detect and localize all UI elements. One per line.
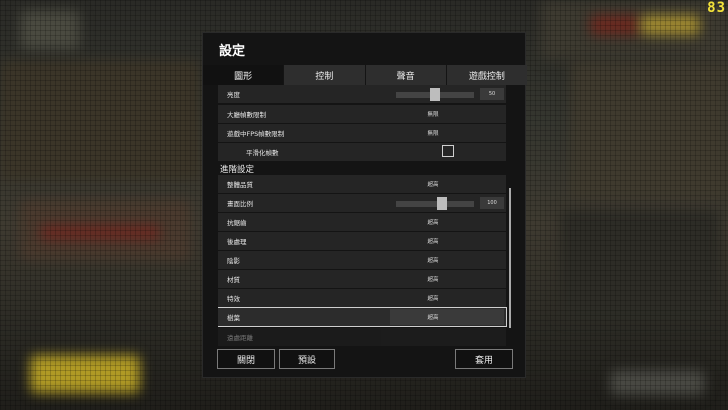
settings-dialog: 設定 圖形 控制 聲音 遊戲控制 亮度 50 大廳幀數限制 無限 遊戲中FPS幀… <box>202 32 527 378</box>
value-highlight <box>390 309 504 325</box>
setting-label: 亮度 <box>227 91 240 99</box>
dialog-title: 設定 <box>219 44 246 59</box>
apply-button[interactable]: 套用 <box>455 349 513 369</box>
setting-value[interactable]: 超高 <box>427 218 438 226</box>
setting-label: 遠處距離 <box>227 334 253 342</box>
setting-shadows[interactable]: 陰影 超高 <box>218 251 506 269</box>
setting-screen-scale: 畫面比例 100 <box>218 194 506 212</box>
setting-label: 樹葉 <box>227 314 240 322</box>
setting-effects[interactable]: 特效 超高 <box>218 289 506 307</box>
setting-textures[interactable]: 材質 超高 <box>218 270 506 288</box>
setting-anti-aliasing[interactable]: 抗鋸齒 超高 <box>218 213 506 231</box>
setting-post-processing[interactable]: 後處理 超高 <box>218 232 506 250</box>
setting-value[interactable]: 超高 <box>427 256 438 264</box>
setting-label: 大廳幀數限制 <box>227 111 266 119</box>
setting-label: 材質 <box>227 276 240 284</box>
setting-value[interactable]: 超高 <box>427 275 438 283</box>
fps-counter: 83 <box>707 0 726 16</box>
settings-tabs: 圖形 控制 聲音 遊戲控制 <box>203 65 527 85</box>
settings-scrollbar[interactable] <box>509 188 511 328</box>
setting-value[interactable]: 無限 <box>427 110 438 118</box>
setting-label: 陰影 <box>227 257 240 265</box>
setting-label: 特效 <box>227 295 240 303</box>
setting-value[interactable]: 超高 <box>427 180 438 188</box>
setting-label: 遊戲中FPS幀數限制 <box>227 130 285 138</box>
brightness-slider[interactable] <box>396 88 474 101</box>
advanced-settings-header: 進階設定 <box>220 165 255 175</box>
setting-ingame-fps-limit[interactable]: 遊戲中FPS幀數限制 無限 <box>218 124 506 142</box>
setting-lobby-fps-limit[interactable]: 大廳幀數限制 無限 <box>218 105 506 123</box>
tab-gameplay[interactable]: 遊戲控制 <box>446 65 527 85</box>
setting-label: 畫面比例 <box>227 200 253 208</box>
setting-foliage[interactable]: 樹葉 超高 <box>218 307 507 327</box>
tab-graphics[interactable]: 圖形 <box>203 65 284 85</box>
setting-label: 整體品質 <box>227 181 253 189</box>
close-button[interactable]: 關閉 <box>217 349 275 369</box>
screen-scale-value[interactable]: 100 <box>480 197 504 209</box>
default-button[interactable]: 預設 <box>279 349 335 369</box>
slider-thumb[interactable] <box>437 197 447 210</box>
screen-scale-slider[interactable] <box>396 197 474 210</box>
setting-label: 後處理 <box>227 238 247 246</box>
setting-value[interactable]: 無限 <box>427 129 438 137</box>
smooth-framerate-checkbox[interactable] <box>442 145 454 157</box>
slider-thumb[interactable] <box>430 88 440 101</box>
setting-value[interactable]: 超高 <box>427 294 438 302</box>
brightness-value[interactable]: 50 <box>480 88 504 100</box>
setting-label: 平滑化幀數 <box>246 149 279 157</box>
tab-controls[interactable]: 控制 <box>284 65 365 85</box>
tab-sound[interactable]: 聲音 <box>365 65 446 85</box>
setting-view-distance[interactable]: 遠處距離 <box>218 328 506 346</box>
setting-value[interactable]: 超高 <box>427 313 438 321</box>
setting-brightness: 亮度 50 <box>218 85 506 103</box>
settings-list: 亮度 50 大廳幀數限制 無限 遊戲中FPS幀數限制 無限 平滑化幀數 進階設定… <box>218 85 510 363</box>
setting-smooth-framerate: 平滑化幀數 <box>218 143 506 161</box>
setting-overall-quality[interactable]: 整體品質 超高 <box>218 175 506 193</box>
setting-value[interactable]: 超高 <box>427 237 438 245</box>
setting-label: 抗鋸齒 <box>227 219 247 227</box>
